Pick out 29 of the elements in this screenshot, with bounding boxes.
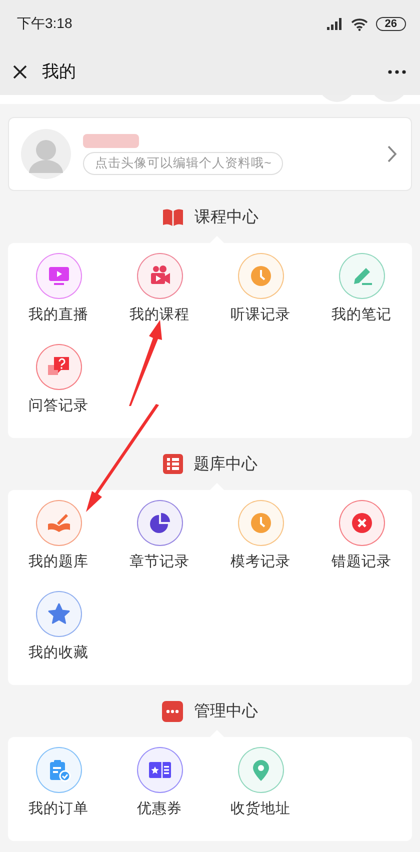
wifi-icon bbox=[350, 18, 368, 30]
dots-icon bbox=[162, 700, 183, 722]
menu-item[interactable]: 我的课程 bbox=[109, 253, 210, 325]
book-icon bbox=[162, 208, 184, 226]
menu-item[interactable]: 我的笔记 bbox=[311, 253, 412, 325]
signal-icon bbox=[326, 18, 343, 30]
blurred-name bbox=[83, 134, 139, 148]
menu-item[interactable]: 模考记录 bbox=[210, 500, 311, 572]
menu-item[interactable]: 错题记录 bbox=[311, 500, 412, 572]
battery-level: 26 bbox=[376, 17, 406, 31]
section-title: 题库中心 bbox=[194, 454, 258, 474]
menu-item[interactable]: 我的直播 bbox=[8, 253, 109, 325]
close-icon bbox=[12, 64, 28, 80]
section-title: 管理中心 bbox=[194, 702, 258, 722]
section-title: 课程中心 bbox=[194, 208, 258, 228]
page-title: 我的 bbox=[42, 61, 77, 83]
menu-item[interactable]: 优惠券 bbox=[109, 747, 210, 819]
menu-item[interactable]: 我的收藏 bbox=[8, 591, 109, 663]
more-icon bbox=[388, 70, 406, 74]
menu-item[interactable]: 收货地址 bbox=[210, 747, 311, 819]
menu-item[interactable]: 听课记录 bbox=[210, 253, 311, 325]
menu-item[interactable]: 我的题库 bbox=[8, 500, 109, 572]
list-icon bbox=[162, 454, 182, 474]
menu-item[interactable]: 我的订单 bbox=[8, 747, 109, 819]
status-time: 下午3:18 bbox=[17, 15, 72, 33]
menu-item[interactable]: 问答记录 bbox=[8, 344, 109, 416]
profile-hint: 点击头像可以编辑个人资料哦~ bbox=[83, 152, 284, 174]
chevron-right-icon bbox=[387, 145, 397, 163]
menu-item[interactable]: 章节记录 bbox=[109, 500, 210, 572]
